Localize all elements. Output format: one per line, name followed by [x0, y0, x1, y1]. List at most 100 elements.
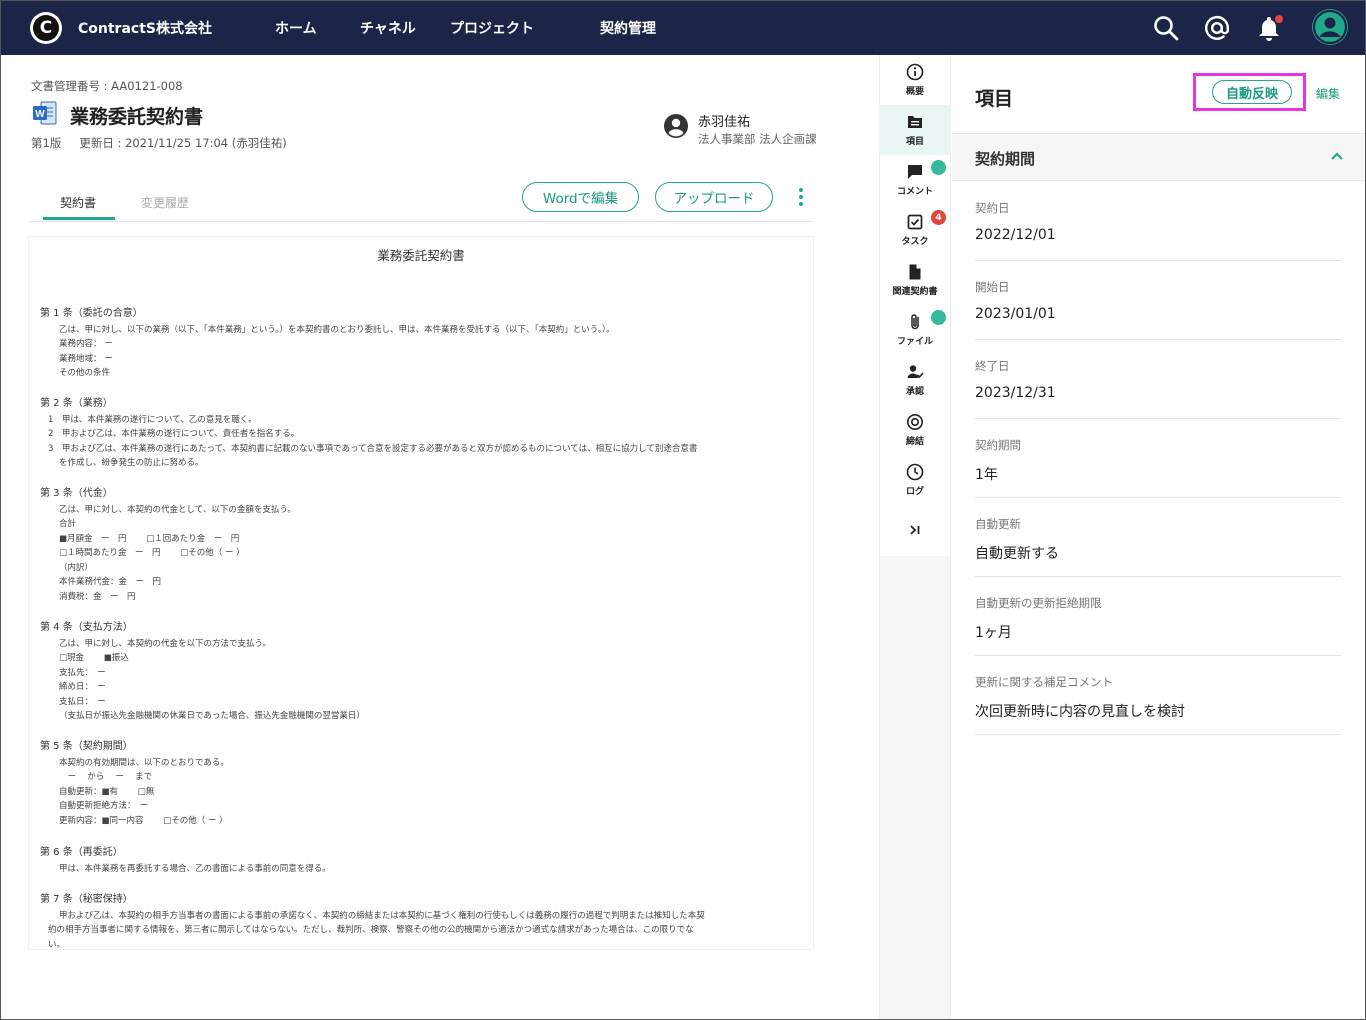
nav-channel[interactable]: チャネル: [360, 18, 416, 38]
rail-item-log[interactable]: ログ: [879, 455, 951, 505]
document-version: 第1版: [31, 136, 62, 150]
article-heading: 第 1 条（委託の合意）: [40, 308, 143, 319]
mention-icon[interactable]: [1202, 13, 1232, 43]
article-line: 合計: [59, 519, 77, 529]
document-updated: 更新日 : 2021/11/25 17:04 (赤羽佳祐): [79, 136, 287, 150]
top-nav-bar: C ContractS株式会社 ホーム チャネル プロジェクト 契約管理: [1, 1, 1365, 55]
article-line: （支払日が振込先金融機関の休業日であった場合、振込先金融機関の翌営業日）: [59, 711, 365, 721]
article-line: 更新内容：■同一内容 □その他（ ー ）: [59, 815, 228, 826]
article-line: ー から ー まで: [59, 772, 153, 782]
article-line: 約の相手方当事者に関する情報を、第三者に開示してはならない。ただし、裁判所、検察…: [48, 925, 694, 935]
field-row: 自動更新 自動更新する: [975, 498, 1341, 577]
article-heading: 第 7 条（秘密保持）: [40, 894, 133, 905]
field-label: 終了日: [975, 359, 1010, 373]
user-avatar[interactable]: [1312, 9, 1348, 45]
article-line: い。: [48, 939, 66, 950]
tab-history[interactable]: 変更履歴: [141, 194, 189, 211]
article-line: ■月額金 ー 円 □１回あたり金 ー 円: [59, 533, 240, 544]
article-line: □現金 ■振込: [59, 653, 129, 663]
company-name: ContractS株式会社: [78, 21, 212, 37]
fields-icon: [908, 116, 922, 128]
nav-contract-management[interactable]: 契約管理: [600, 18, 656, 38]
upload-button[interactable]: アップロード: [655, 182, 773, 212]
article-heading: 第 5 条（契約期間）: [40, 741, 133, 752]
article-line: 甲および乙は、本契約の相手方当事者の書面による事前の承諾なく、本契約の締結または…: [59, 910, 705, 921]
company-logo[interactable]: C: [30, 12, 62, 44]
rail-label: タスク: [901, 237, 929, 247]
article-line: 消費税：金 ー 円: [59, 591, 136, 602]
more-menu-icon[interactable]: [793, 186, 809, 208]
field-row: 契約期間 1年: [975, 419, 1341, 498]
rail-label: 項目: [905, 137, 924, 147]
comment-icon: [908, 165, 922, 179]
search-icon[interactable]: [1151, 13, 1181, 43]
rail-label: ファイル: [896, 337, 933, 347]
info-icon: [906, 63, 924, 81]
field-row: 更新に関する補足コメント 次回更新時に内容の見直しを検討: [975, 656, 1341, 735]
rail-item-approval[interactable]: 承認: [879, 355, 951, 405]
owner-department: 法人事業部 法人企画課: [698, 132, 817, 146]
rail-label: 締結: [905, 437, 924, 447]
rail-label: 概要: [905, 87, 924, 97]
article-line: 本契約の有効期間は、以下のとおりである。: [59, 757, 229, 768]
field-row: 契約日 2022/12/01: [975, 182, 1341, 261]
article-line: （内訳）: [59, 562, 94, 573]
field-value: 1ヶ月: [975, 625, 1012, 641]
field-value: 2023/12/31: [975, 385, 1056, 401]
article-6: 第 6 条（再委託） 甲は、本件業務を再委託する場合、乙の書面による事前の同意を得…: [40, 846, 800, 876]
rail-collapse-button[interactable]: [879, 505, 951, 555]
chevron-up-icon[interactable]: [1329, 149, 1345, 163]
article-4: 第 4 条（支払方法） 乙は、甲に対し、本契約の代金を以下の方法で支払う。 □現金 …: [40, 621, 800, 724]
article-7: 第 7 条（秘密保持） 甲および乙は、本契約の相手方当事者の書面による事前の承諾な…: [40, 893, 800, 949]
article-line: □１時間あたり金 ー 円 □その他（ ー ）: [59, 548, 245, 558]
article-3: 第 3 条（代金） 乙は、甲に対し、本契約の代金として、以下の金額を支払う。 合計 ■…: [40, 487, 800, 604]
collapse-icon: [910, 525, 920, 535]
notification-dot: [1275, 15, 1283, 23]
task-icon: [907, 214, 923, 230]
approve-icon: [907, 365, 924, 379]
svg-text:W: W: [35, 109, 45, 120]
rail-label: コメント: [896, 187, 933, 197]
panel-title: 項目: [975, 88, 1014, 110]
article-line: 3 甲および乙は、本件業務の遂行にあたって、本契約書に記載のない事項であって合意…: [48, 443, 698, 454]
article-heading: 第 2 条（業務）: [40, 398, 113, 409]
paper-title: 業務委託契約書: [377, 248, 465, 263]
auto-reflect-button[interactable]: 自動反映: [1212, 80, 1292, 104]
article-line: 本件業務代金：金 ー 円: [59, 577, 162, 587]
document-icon: [909, 264, 921, 280]
rail-item-overview[interactable]: 概要: [879, 55, 951, 105]
rail-label: 関連契約書: [892, 287, 938, 297]
word-file-icon: W: [33, 101, 57, 125]
nav-home[interactable]: ホーム: [275, 18, 317, 38]
edit-link[interactable]: 編集: [1316, 85, 1340, 102]
field-value: 2023/01/01: [975, 306, 1056, 322]
nav-project[interactable]: プロジェクト: [450, 18, 534, 38]
article-line: 乙は、甲に対し、本契約の代金を以下の方法で支払う。: [59, 638, 271, 649]
rail-label: ログ: [905, 487, 924, 497]
field-row: 開始日 2023/01/01: [975, 261, 1341, 340]
rail-label: 承認: [905, 387, 924, 397]
field-value: 1年: [975, 467, 998, 483]
article-line: 業務内容： ー: [59, 339, 113, 349]
article-heading: 第 3 条（代金）: [40, 488, 113, 499]
section-title: 契約期間: [975, 150, 1036, 168]
word-edit-button[interactable]: Wordで編集: [522, 182, 639, 212]
task-count-badge: 4: [931, 210, 946, 225]
tabs-divider: [29, 221, 813, 222]
article-heading: 第 4 条（支払方法）: [40, 622, 133, 633]
tab-contract[interactable]: 契約書: [60, 194, 96, 211]
article-line: その他の条件: [59, 368, 111, 378]
field-label: 自動更新の更新拒絶期限: [975, 596, 1102, 610]
article-line: 1 甲は、本件業務の遂行について、乙の意見を聴く。: [48, 414, 257, 425]
article-2: 第 2 条（業務） 1 甲は、本件業務の遂行について、乙の意見を聴く。 2 甲および…: [40, 397, 800, 471]
side-rail-empty: [879, 556, 951, 1019]
owner-name: 赤羽佳祐: [698, 115, 751, 130]
rail-item-related-contracts[interactable]: 関連契約書: [879, 255, 951, 305]
seal-icon: [907, 414, 923, 430]
active-tab-indicator: [43, 217, 115, 220]
app-window: C ContractS株式会社 ホーム チャネル プロジェクト 契約管理 文書管…: [0, 0, 1366, 1020]
rail-item-fields[interactable]: 項目: [879, 105, 951, 155]
field-label: 契約日: [975, 201, 1010, 215]
rail-item-conclusion[interactable]: 締結: [879, 405, 951, 455]
article-line: 2 甲および乙は、本件業務の遂行について、責任者を指名する。: [48, 429, 300, 439]
